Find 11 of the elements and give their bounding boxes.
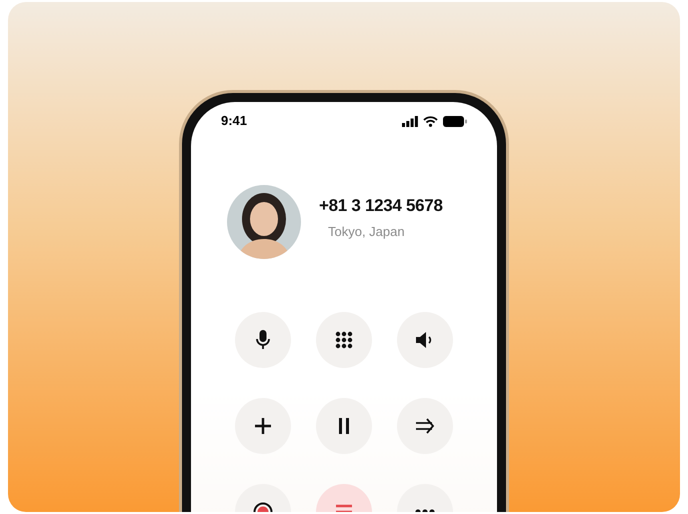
signal-icon bbox=[402, 116, 418, 126]
caller-location: Tokyo, Japan bbox=[328, 223, 406, 241]
pause-icon bbox=[338, 418, 350, 434]
wifi-icon bbox=[423, 116, 438, 126]
status-time: 9:41 bbox=[221, 112, 248, 130]
microphone-icon bbox=[255, 330, 271, 350]
plus-icon bbox=[254, 417, 272, 435]
keypad-icon bbox=[335, 331, 353, 349]
phone-number: +81 3 1234 5678 bbox=[319, 194, 443, 216]
double-arrow-icon bbox=[415, 418, 435, 434]
battery-icon bbox=[443, 116, 467, 126]
